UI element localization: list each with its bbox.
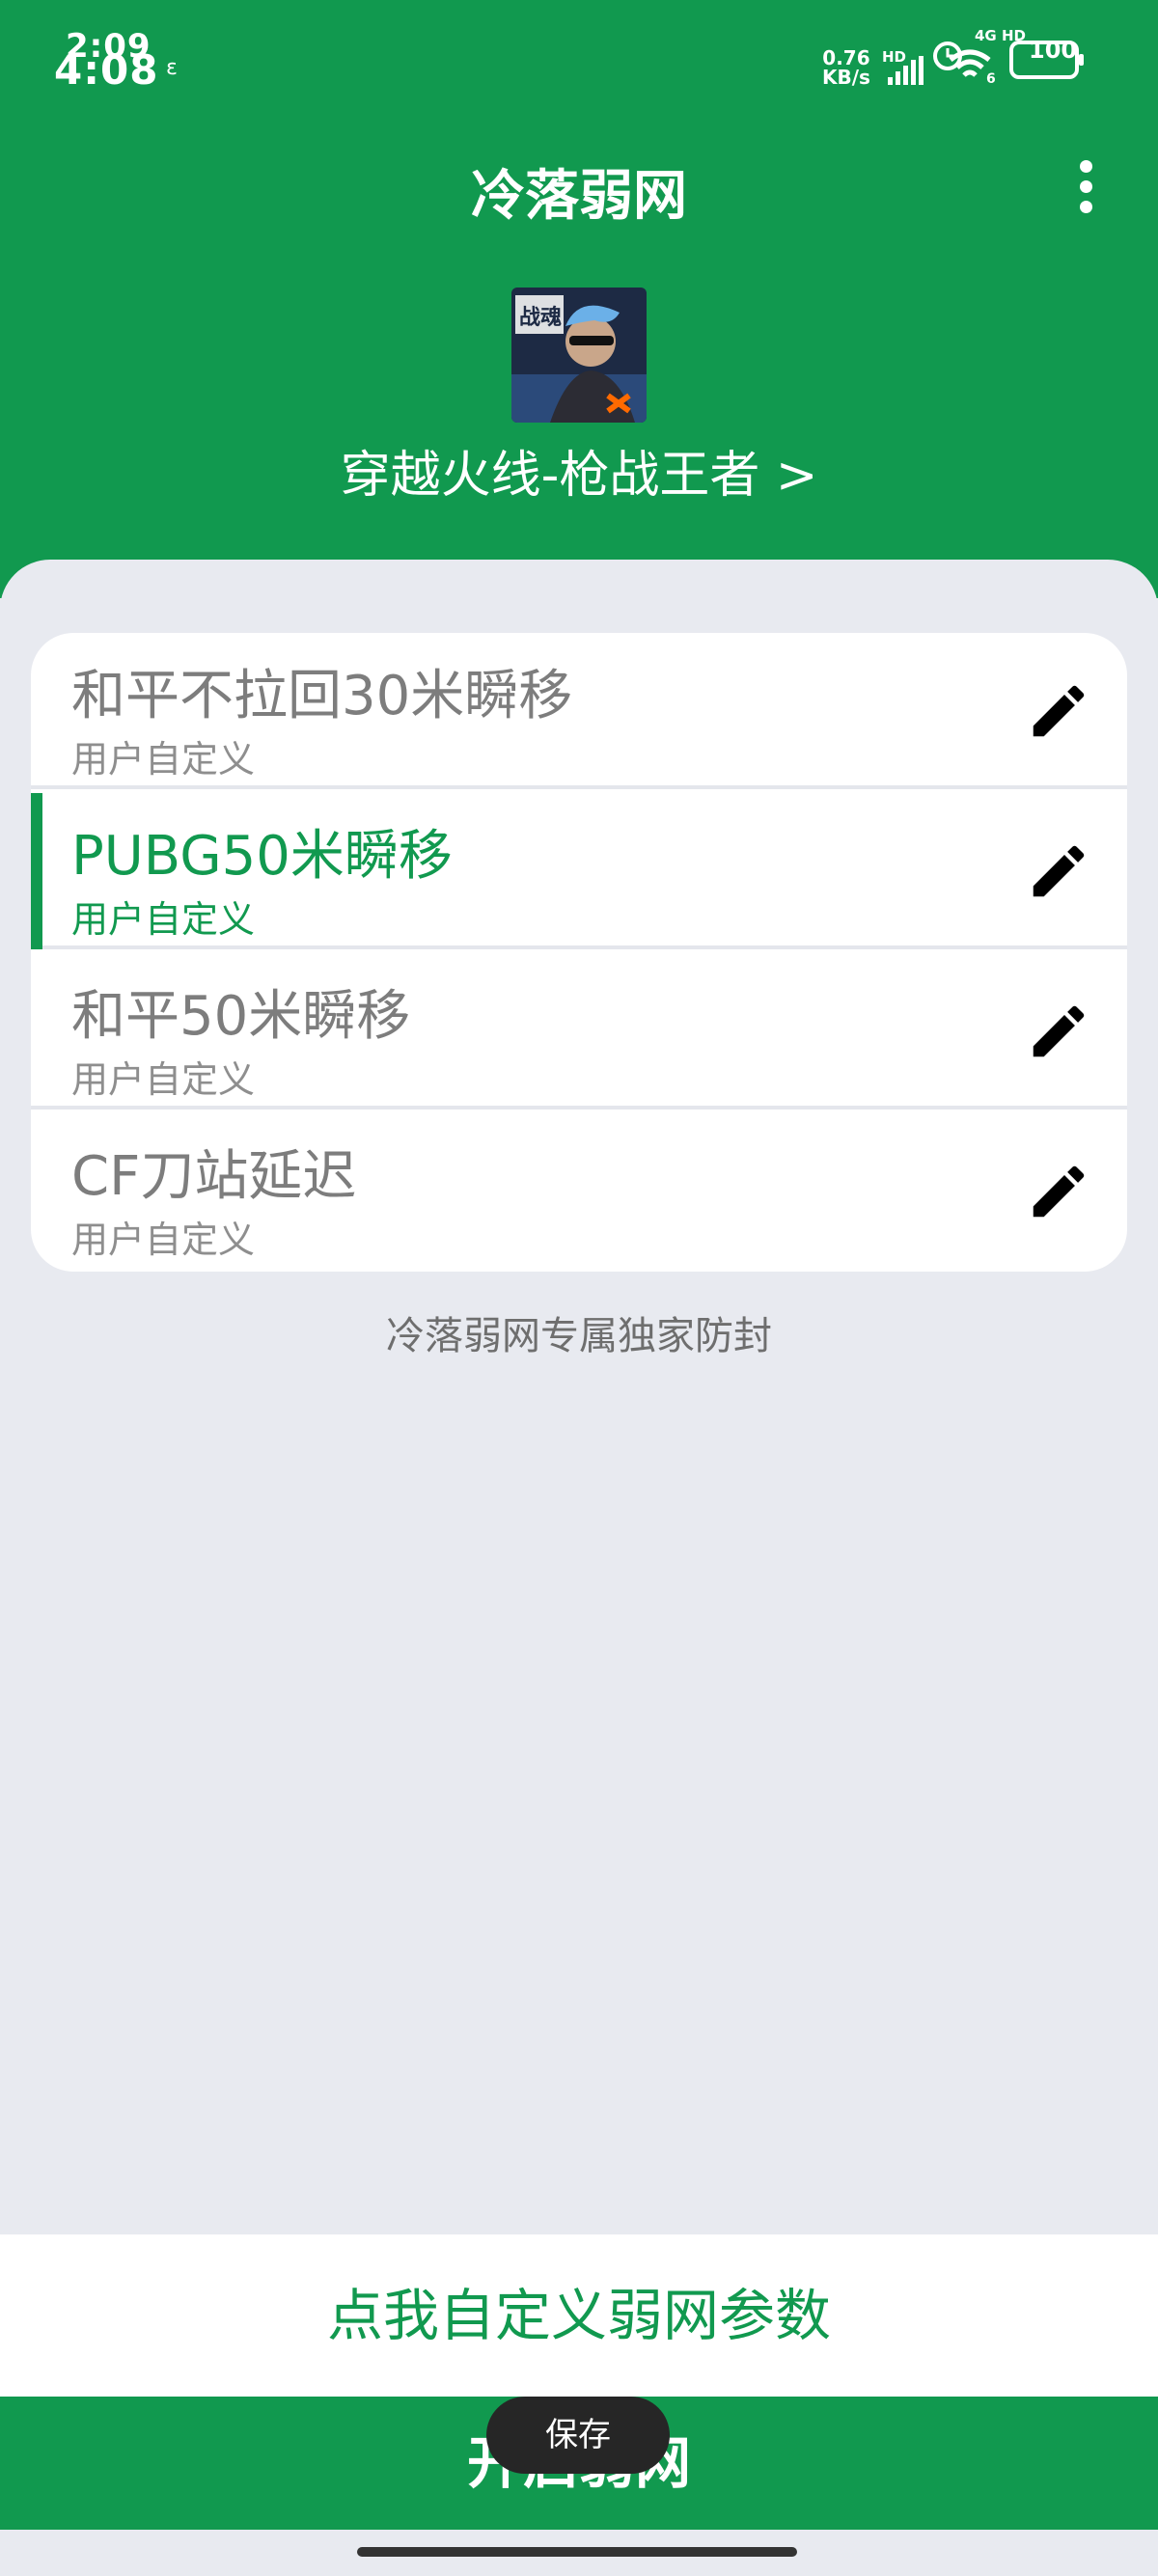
edit-pencil-icon[interactable] — [1025, 1158, 1092, 1225]
app-header: 2:09 4:08 ɛ 0.76 KB/s HD 4G HD 6 100 冷落弱… — [0, 0, 1158, 598]
preset-subtitle: 用户自定义 — [71, 738, 256, 781]
selected-indicator — [31, 793, 42, 949]
page-title: 冷落弱网 — [471, 165, 687, 228]
preset-item-selected[interactable]: PUBG50米瞬移 用户自定义 — [31, 793, 1127, 949]
network-speed-unit: KB/s — [822, 66, 870, 89]
home-indicator[interactable] — [357, 2547, 797, 2557]
toast-message: 保存 — [486, 2397, 670, 2474]
game-avatar-image: 战魂 — [511, 288, 647, 423]
game-icon[interactable]: 战魂 — [511, 288, 647, 423]
preset-title: 和平不拉回30米瞬移 — [71, 665, 573, 727]
preset-item[interactable]: 和平不拉回30米瞬移 用户自定义 — [31, 633, 1127, 789]
footer-note: 冷落弱网专属独家防封 — [386, 1314, 772, 1358]
preset-item[interactable]: 和平50米瞬移 用户自定义 — [31, 953, 1127, 1110]
battery-level: 100 — [1029, 37, 1078, 64]
preset-subtitle: 用户自定义 — [71, 1219, 256, 1261]
network-speed: 0.76 KB/s — [822, 48, 870, 87]
preset-subtitle: 用户自定义 — [71, 898, 256, 941]
game-icon-text: 战魂 — [519, 305, 562, 330]
preset-subtitle: 用户自定义 — [71, 1058, 256, 1101]
game-selector[interactable]: 穿越火线-枪战王者 > — [0, 434, 1158, 507]
custom-params-button[interactable]: 点我自定义弱网参数 — [0, 2234, 1158, 2397]
signal-icon — [888, 56, 924, 85]
preset-title: CF刀站延迟 — [71, 1145, 357, 1208]
notification-icon: ɛ — [166, 56, 178, 80]
preset-title: PUBG50米瞬移 — [71, 825, 453, 888]
edit-pencil-icon[interactable] — [1025, 998, 1092, 1065]
status-time: 4:08 — [54, 46, 159, 94]
edit-pencil-icon[interactable] — [1025, 677, 1092, 745]
more-vertical-icon[interactable] — [1071, 154, 1100, 222]
preset-title: 和平50米瞬移 — [71, 985, 411, 1048]
preset-item[interactable]: CF刀站延迟 用户自定义 — [31, 1113, 1127, 1270]
signal-sub-label: 6 — [986, 71, 996, 87]
edit-pencil-icon[interactable] — [1025, 837, 1092, 905]
status-bar: 2:09 4:08 ɛ 0.76 KB/s HD 4G HD 6 100 — [0, 0, 1158, 106]
network-speed-value: 0.76 — [822, 46, 870, 69]
preset-list: 和平不拉回30米瞬移 用户自定义 PUBG50米瞬移 用户自定义 和平50米瞬移… — [31, 633, 1127, 1272]
